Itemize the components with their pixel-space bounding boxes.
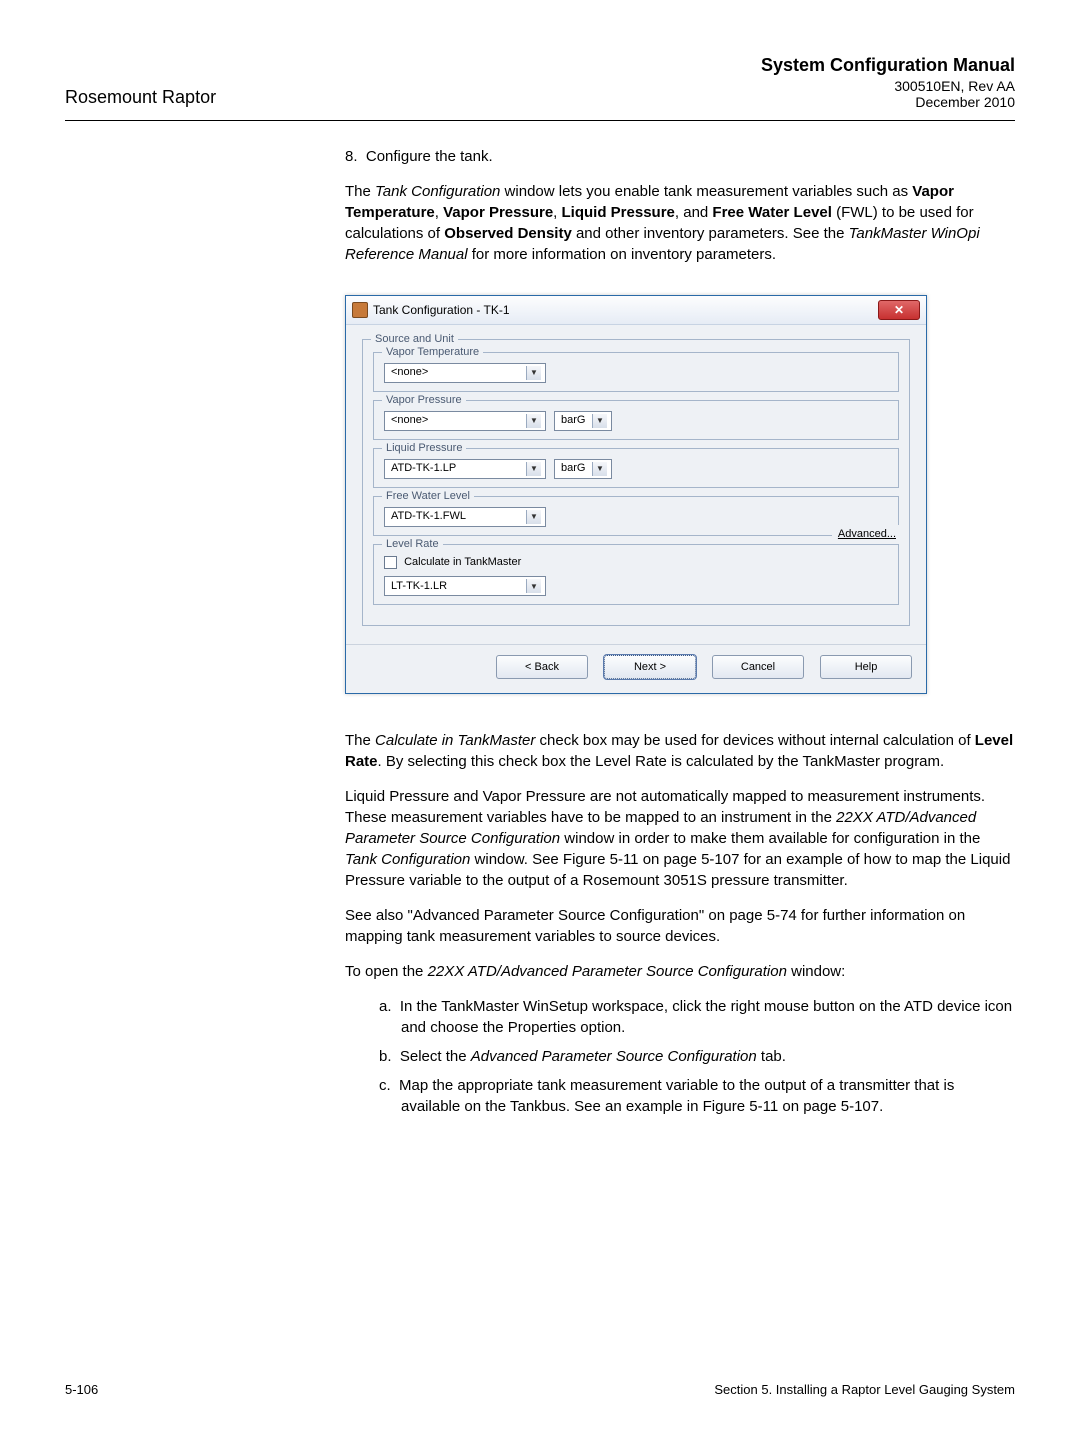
calculate-in-tankmaster-checkbox[interactable] [384, 556, 397, 569]
vapor-pressure-select[interactable]: <none> ▼ [384, 411, 546, 431]
page-footer: 5-106 Section 5. Installing a Raptor Lev… [65, 1382, 1015, 1397]
close-icon: ✕ [894, 302, 904, 319]
intro-paragraph: The Tank Configuration window lets you e… [345, 181, 1015, 265]
doc-info: System Configuration Manual 300510EN, Re… [761, 55, 1015, 110]
page-number: 5-106 [65, 1382, 98, 1397]
substep-a: a. In the TankMaster WinSetup workspace,… [379, 996, 1015, 1038]
para-to-open: To open the 22XX ATD/Advanced Parameter … [345, 961, 1015, 982]
advanced-button[interactable]: Advanced... [832, 525, 902, 544]
tank-config-dialog: Tank Configuration - TK-1 ✕ Source and U… [345, 295, 927, 694]
chevron-down-icon: ▼ [526, 462, 541, 476]
next-button[interactable]: Next > [604, 655, 696, 679]
doc-date: December 2010 [761, 94, 1015, 110]
chevron-down-icon: ▼ [592, 462, 607, 476]
tank-config-dialog-figure: Tank Configuration - TK-1 ✕ Source and U… [345, 295, 1015, 694]
cancel-button[interactable]: Cancel [712, 655, 804, 679]
free-water-level-label: Free Water Level [382, 489, 474, 504]
header-divider [65, 120, 1015, 121]
chevron-down-icon: ▼ [592, 414, 607, 428]
liquid-pressure-label: Liquid Pressure [382, 441, 466, 456]
app-icon [352, 302, 368, 318]
liquid-pressure-unit-select[interactable]: barG ▼ [554, 459, 612, 479]
para-see-also: See also "Advanced Parameter Source Conf… [345, 905, 1015, 947]
chevron-down-icon: ▼ [526, 366, 541, 380]
vapor-pressure-unit-select[interactable]: barG ▼ [554, 411, 612, 431]
calculate-in-tankmaster-label: Calculate in TankMaster [404, 556, 521, 568]
back-button[interactable]: < Back [496, 655, 588, 679]
step-8-num: 8. [345, 148, 358, 165]
level-rate-select[interactable]: LT-TK-1.LR ▼ [384, 576, 546, 596]
chevron-down-icon: ▼ [526, 414, 541, 428]
free-water-level-select[interactable]: ATD-TK-1.FWL ▼ [384, 507, 546, 527]
product-name: Rosemount Raptor [65, 87, 216, 108]
step-8: 8. Configure the tank. [345, 146, 1015, 167]
dialog-title: Tank Configuration - TK-1 [373, 302, 510, 319]
sub-steps: a. In the TankMaster WinSetup workspace,… [379, 996, 1015, 1117]
step-8-text: Configure the tank. [366, 148, 493, 165]
section-label: Section 5. Installing a Raptor Level Gau… [714, 1382, 1015, 1397]
close-button[interactable]: ✕ [878, 300, 920, 320]
liquid-pressure-select[interactable]: ATD-TK-1.LP ▼ [384, 459, 546, 479]
vapor-temperature-select[interactable]: <none> ▼ [384, 363, 546, 383]
manual-title: System Configuration Manual [761, 55, 1015, 76]
para-calculate-in-tm: The Calculate in TankMaster check box ma… [345, 730, 1015, 772]
chevron-down-icon: ▼ [526, 579, 541, 593]
substep-b: b. Select the Advanced Parameter Source … [379, 1046, 1015, 1067]
substep-c: c. Map the appropriate tank measurement … [379, 1075, 1015, 1117]
level-rate-label: Level Rate [382, 537, 443, 552]
dialog-titlebar[interactable]: Tank Configuration - TK-1 ✕ [346, 296, 926, 325]
chevron-down-icon: ▼ [526, 510, 541, 524]
vapor-temperature-label: Vapor Temperature [382, 345, 483, 360]
vapor-pressure-label: Vapor Pressure [382, 393, 466, 408]
page-header: Rosemount Raptor System Configuration Ma… [65, 55, 1015, 116]
help-button[interactable]: Help [820, 655, 912, 679]
doc-number: 300510EN, Rev AA [761, 78, 1015, 94]
para-mapping: Liquid Pressure and Vapor Pressure are n… [345, 786, 1015, 891]
